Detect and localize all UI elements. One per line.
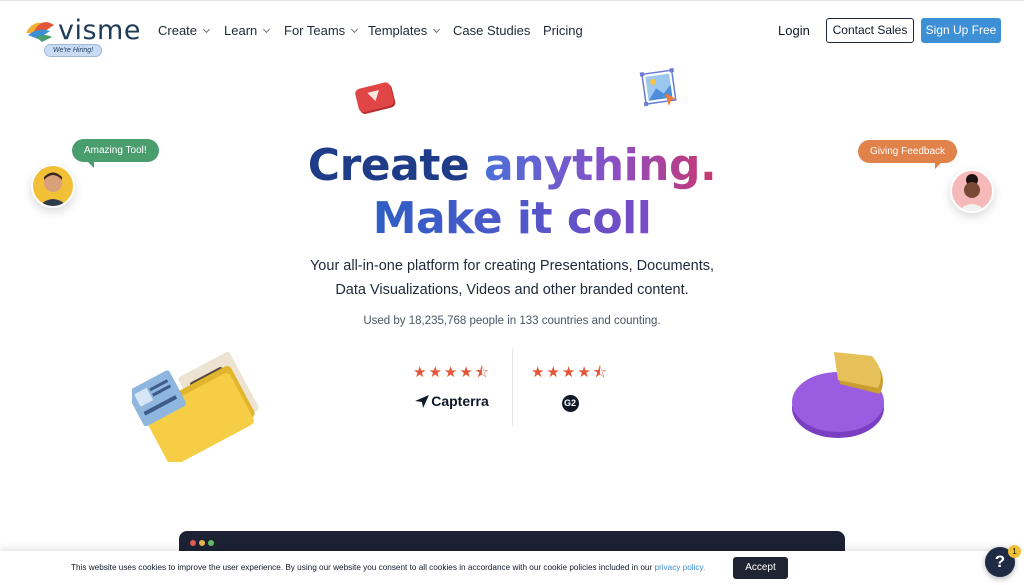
nav-item-templates[interactable]: Templates bbox=[368, 23, 441, 38]
nav-item-for-teams[interactable]: For Teams bbox=[284, 23, 359, 38]
nav-item-label: Create bbox=[158, 23, 198, 38]
window-close-dot bbox=[190, 540, 196, 546]
chevron-down-icon bbox=[202, 25, 211, 34]
capterra-logo: Capterra bbox=[402, 393, 502, 409]
nav-item-pricing[interactable]: Pricing bbox=[543, 23, 583, 38]
hero-headline-line2: Make it coll bbox=[0, 193, 1024, 244]
brand-name: visme bbox=[58, 15, 141, 46]
sign-up-button[interactable]: Sign Up Free bbox=[921, 18, 1001, 43]
g2-logo: G2 bbox=[520, 393, 620, 412]
cookie-message: This website uses cookies to improve the… bbox=[71, 563, 655, 572]
visme-logo[interactable]: visme We're Hiring! bbox=[24, 15, 140, 58]
cookie-banner: This website uses cookies to improve the… bbox=[0, 551, 1024, 585]
hero-headline-line1: Create anything. bbox=[0, 140, 1024, 191]
cookie-text: This website uses cookies to improve the… bbox=[71, 563, 705, 572]
usage-stats: Used by 18,235,768 people in 133 countri… bbox=[363, 315, 661, 327]
folder-documents-icon bbox=[132, 352, 259, 462]
nav-item-label: Templates bbox=[368, 23, 428, 38]
headline-create: Create bbox=[307, 140, 485, 191]
accept-cookies-button[interactable]: Accept bbox=[733, 557, 788, 579]
star-rating-icons: ★★★★⯪ bbox=[413, 364, 491, 381]
chevron-down-icon bbox=[263, 25, 271, 34]
capterra-arrow-icon bbox=[415, 395, 430, 408]
nav-item-create[interactable]: Create bbox=[158, 23, 211, 38]
capterra-rating[interactable]: ★★★★⯪ Capterra bbox=[402, 362, 502, 409]
headline-make-it: Make it coll bbox=[372, 193, 652, 244]
star-rating-icons: ★★★★⯪ bbox=[531, 364, 609, 381]
headline-anything: anything. bbox=[484, 140, 717, 191]
top-navigation: visme We're Hiring! Create Learn For Tea… bbox=[0, 0, 1024, 62]
hiring-badge[interactable]: We're Hiring! bbox=[44, 44, 103, 57]
visme-logo-icon bbox=[26, 22, 54, 42]
nav-item-learn[interactable]: Learn bbox=[224, 23, 271, 38]
ratings-divider bbox=[512, 348, 513, 426]
capterra-label: Capterra bbox=[431, 393, 489, 409]
nav-item-label: Case Studies bbox=[453, 23, 531, 38]
chevron-down-icon bbox=[351, 25, 359, 34]
hero-subtitle-line1: Your all-in-one platform for creating Pr… bbox=[309, 258, 715, 274]
g2-label: G2 bbox=[561, 395, 579, 412]
g2-rating[interactable]: ★★★★⯪ G2 bbox=[520, 362, 620, 412]
login-link[interactable]: Login bbox=[778, 23, 810, 38]
image-edit-icon bbox=[639, 67, 677, 107]
help-notification-badge: 1 bbox=[1008, 545, 1021, 558]
nav-item-case-studies[interactable]: Case Studies bbox=[453, 23, 530, 38]
hero-subtitle-line2: Data Visualizations, Videos and other br… bbox=[335, 282, 689, 298]
privacy-policy-link[interactable]: privacy policy. bbox=[654, 563, 705, 572]
video-play-icon bbox=[355, 82, 396, 114]
window-maximize-dot bbox=[208, 540, 214, 546]
window-minimize-dot bbox=[199, 540, 205, 546]
nav-item-label: Pricing bbox=[543, 23, 583, 38]
contact-sales-button[interactable]: Contact Sales bbox=[826, 18, 914, 43]
nav-item-label: For Teams bbox=[284, 23, 346, 38]
pie-chart-icon bbox=[792, 352, 884, 438]
chevron-down-icon bbox=[433, 25, 441, 34]
nav-item-label: Learn bbox=[224, 23, 258, 38]
